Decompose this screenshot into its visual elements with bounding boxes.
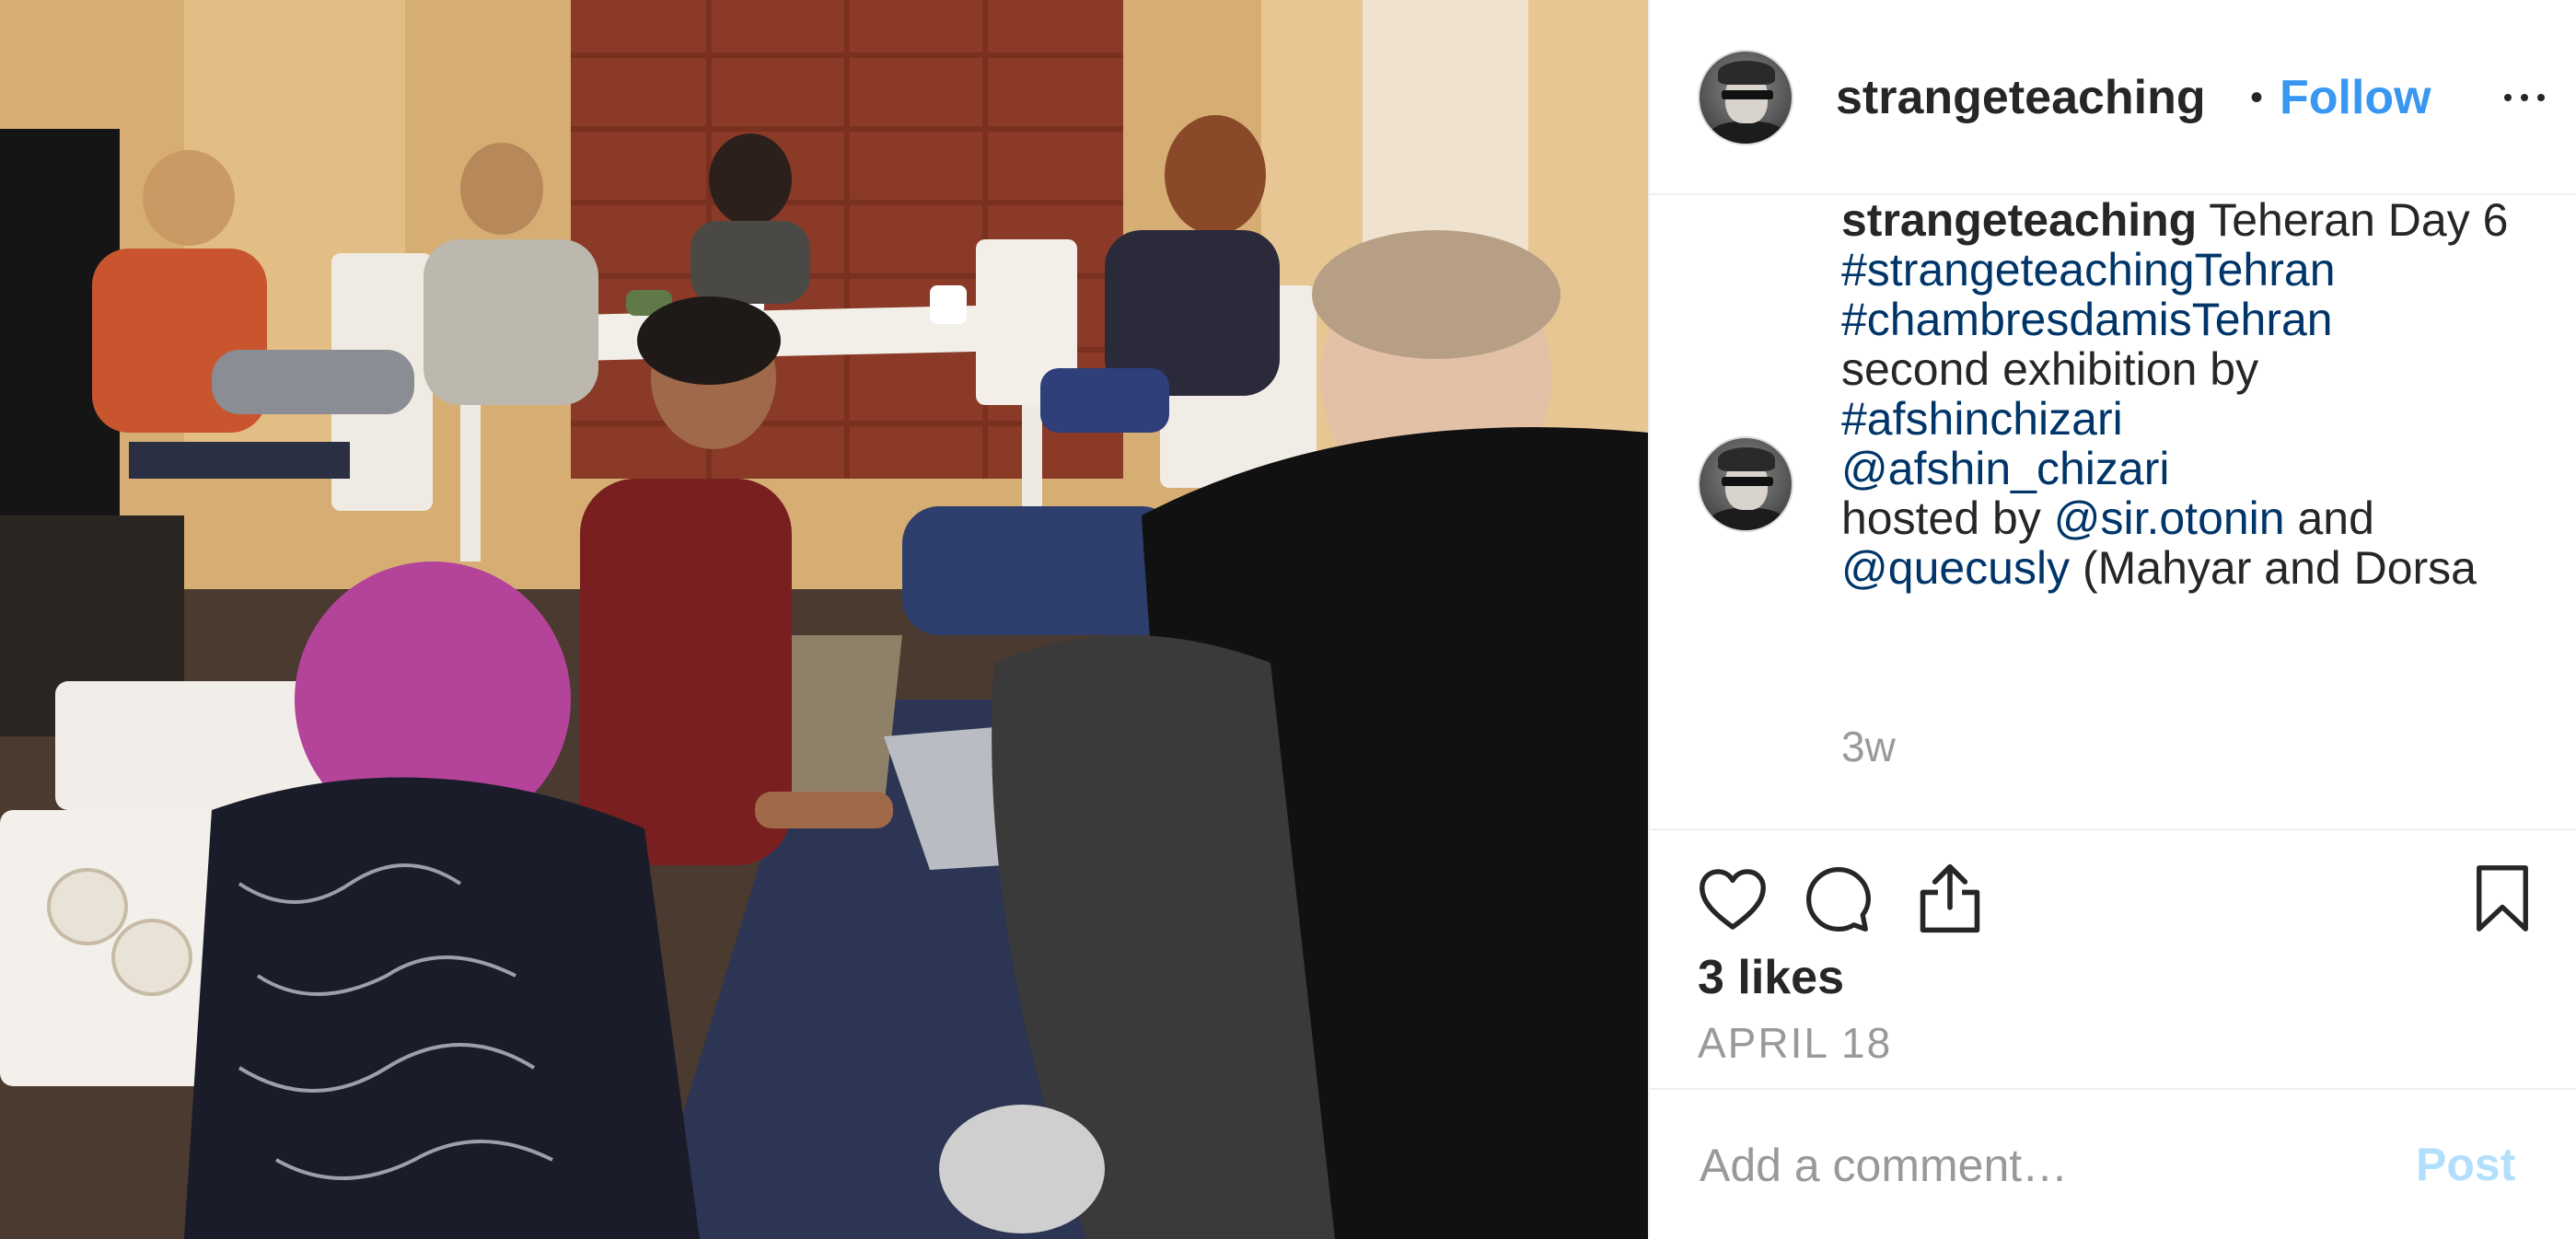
photo-scene	[0, 0, 1648, 1239]
caption-author-avatar[interactable]	[1698, 436, 1793, 532]
caption-text: second exhibition by	[1841, 343, 2259, 395]
mention-link[interactable]: @sir.otonin	[2054, 492, 2285, 544]
caption-text: Teheran Day 6	[2197, 195, 2509, 246]
caption-text: hosted by	[1841, 492, 2054, 544]
comment-bubble-icon[interactable]	[1804, 865, 1873, 933]
author-username[interactable]: strangeteaching	[1836, 70, 2248, 125]
post-comment-button[interactable]: Post	[2416, 1138, 2515, 1191]
share-icon[interactable]	[1917, 862, 1983, 935]
follow-button[interactable]: Follow	[2280, 70, 2431, 125]
post-actions	[1650, 830, 2576, 968]
hashtag-link[interactable]: #afshinchizari	[1841, 393, 2123, 445]
more-horizontal-icon[interactable]	[2497, 83, 2552, 110]
bookmark-icon[interactable]	[2475, 863, 2530, 933]
post-caption: strangeteaching Teheran Day 6 #strangete…	[1841, 195, 2541, 593]
comments-area[interactable]: strangeteaching Teheran Day 6 #strangete…	[1650, 195, 2576, 830]
likes-count[interactable]: 3 likes	[1698, 950, 1844, 1005]
author-avatar[interactable]	[1698, 50, 1793, 145]
caption-time-ago[interactable]: 3w	[1841, 722, 1896, 771]
caption-text: and	[2284, 492, 2374, 544]
mention-link[interactable]: @quecusly	[1841, 542, 2070, 594]
header-separator: •	[2250, 77, 2264, 118]
add-comment-input[interactable]	[1698, 1132, 2401, 1198]
caption-text: (Mahyar and Dorsa	[2070, 542, 2477, 594]
post-photo[interactable]	[0, 0, 1648, 1239]
post-side-panel: strangeteaching • Follow strangeteaching…	[1648, 0, 2576, 1239]
heart-icon[interactable]	[1698, 867, 1768, 932]
hashtag-link[interactable]: #strangeteachingTehran	[1841, 244, 2336, 295]
post-date[interactable]: APRIL 18	[1698, 1018, 1892, 1068]
mention-link[interactable]: @afshin_chizari	[1841, 443, 2169, 494]
hashtag-link[interactable]: #chambresdamisTehran	[1841, 294, 2333, 345]
post-header: strangeteaching • Follow	[1650, 0, 2576, 195]
add-comment-section: Post	[1650, 1088, 2576, 1239]
caption-username[interactable]: strangeteaching	[1841, 195, 2197, 246]
